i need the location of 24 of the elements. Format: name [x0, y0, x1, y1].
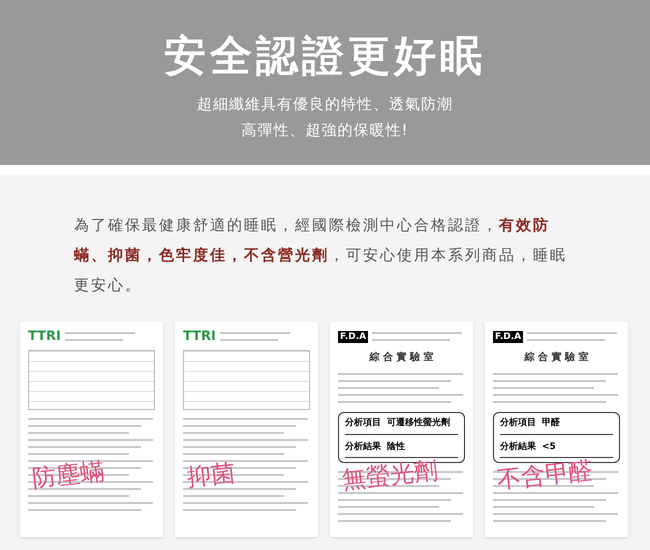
intro-paragraph: 為了確保最健康舒適的睡眠，經國際檢測中心合格認證，有效防蟎、抑菌，色牢度佳，不含營光劑，可安心使用本系列商品，睡眠更安心。: [74, 215, 568, 296]
ttri-logo: TTRI: [28, 330, 61, 344]
stamp-label: 防塵蟎: [30, 456, 106, 495]
fda-logo: F.D.A: [493, 331, 524, 343]
subtitle-line: 高彈性、超強的保暖性!: [241, 120, 408, 140]
fine-print-drawing: [220, 330, 290, 344]
lab-heading: 綜 合 實 驗 室: [523, 350, 590, 365]
stamp-label: 不含甲醛: [495, 455, 595, 496]
result-value: <5: [542, 440, 556, 454]
fine-print-drawing: [64, 330, 135, 344]
stamp-label: 無螢光劑: [340, 455, 440, 496]
result-label: 分析項目: [345, 417, 381, 430]
subtitle-line: 超細纖維具有優良的特性、透氣防潮: [197, 94, 453, 114]
fda-logo: F.D.A: [338, 331, 368, 343]
result-label: 分析結果: [345, 440, 381, 454]
result-label: 分析結果: [500, 440, 536, 454]
result-value: 陰性: [387, 440, 405, 454]
result-label: 分析項目: [500, 417, 536, 430]
result-value: 可遷移性螢光劑: [387, 417, 450, 430]
result-value: 甲醛: [542, 417, 560, 430]
stamp-label: 抑菌: [185, 458, 237, 494]
ttri-logo: TTRI: [183, 330, 216, 344]
lab-heading: 綜 合 實 驗 室: [368, 350, 434, 365]
page-title: 安全認證更好眠: [164, 30, 486, 82]
